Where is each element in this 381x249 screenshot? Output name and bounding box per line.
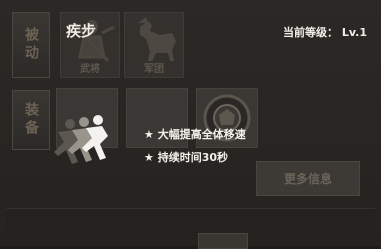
skill-name: 疾步	[66, 22, 97, 40]
tab-passive-label: 被动	[23, 27, 39, 63]
more-info-label: 更多信息	[283, 172, 332, 186]
tab-equipment-label: 装备	[23, 102, 39, 138]
skill-desc-line-2: ★ 持续时间30秒	[144, 151, 228, 164]
more-info-button[interactable]: 更多信息	[256, 161, 360, 196]
bottom-bar	[6, 208, 375, 239]
bottom-button[interactable]	[198, 233, 248, 249]
passive-slot-general-label: 武将	[80, 64, 100, 75]
tab-passive[interactable]: 被动	[12, 12, 50, 78]
passive-slot-legion[interactable]: 军团	[124, 12, 184, 78]
passive-slot-legion-label: 军团	[144, 64, 164, 75]
skill-desc-line-1: ★ 大幅提高全体移速	[144, 128, 246, 141]
skill-level: 当前等级： Lv.1	[283, 26, 367, 39]
running-figures-icon	[54, 115, 108, 164]
tab-equipment[interactable]: 装备	[12, 90, 50, 150]
cavalry-horse-icon	[138, 17, 176, 61]
